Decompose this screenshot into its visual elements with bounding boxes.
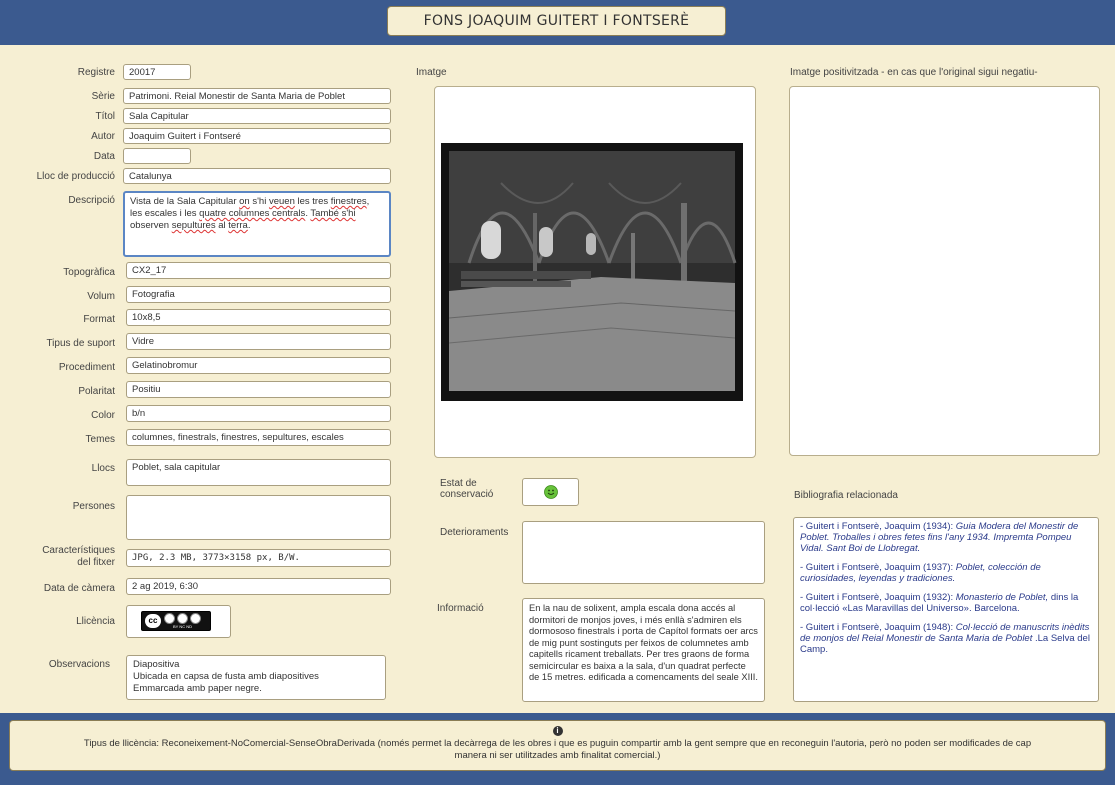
autor-label: Autor <box>91 131 115 142</box>
estat-field[interactable] <box>522 478 579 506</box>
license-notice: i Tipus de llicència: Reconeixement-NoCo… <box>9 720 1106 771</box>
fitxer-label: Característiques del fitxer <box>42 545 115 568</box>
llicencia-field[interactable]: cc BY NC ND <box>126 605 231 638</box>
topografica-label: Topogràfica <box>63 267 115 278</box>
polaritat-field[interactable]: Positiu <box>126 381 391 398</box>
bibliografia-entry: - Guitert i Fontserè, Joaquim (1934): Gu… <box>800 521 1079 554</box>
bibliografia-label: Bibliografia relacionada <box>794 490 898 501</box>
bibliografia-field[interactable]: - Guitert i Fontserè, Joaquim (1934): Gu… <box>793 517 1099 702</box>
color-field[interactable]: b/n <box>126 405 391 422</box>
bibliografia-entry: - Guitert i Fontserè, Joaquim (1937): Po… <box>800 562 1041 584</box>
persones-label: Persones <box>72 501 115 512</box>
descripcio-field[interactable]: Vista de la Sala Capitular on s'hi veuen… <box>123 191 391 257</box>
license-text-line2: manera ni ser utilitzades amb finalitat … <box>454 750 661 761</box>
lloc-label: Lloc de producció <box>36 171 115 182</box>
imatge-label: Imatge <box>416 67 447 78</box>
volum-label: Volum <box>87 291 115 302</box>
cc-license-badge[interactable]: cc BY NC ND <box>141 611 211 631</box>
informacio-label: Informació <box>437 603 484 614</box>
llocs-label: Llocs <box>91 463 115 474</box>
estat-label: Estat de conservació <box>440 478 494 500</box>
temes-field[interactable]: columnes, finestrals, finestres, sepultu… <box>126 429 391 446</box>
info-icon: i <box>552 726 563 736</box>
photo-image[interactable] <box>441 143 743 401</box>
color-label: Color <box>91 410 115 421</box>
suport-field[interactable]: Vidre <box>126 333 391 350</box>
image-positive-frame[interactable] <box>789 86 1100 456</box>
image-frame[interactable] <box>434 86 756 458</box>
volum-field[interactable]: Fotografia <box>126 286 391 303</box>
camera-label: Data de càmera <box>43 583 115 594</box>
autor-field[interactable]: Joaquim Guitert i Fontseré <box>123 128 391 144</box>
deterioraments-field[interactable] <box>522 521 765 584</box>
registre-field[interactable]: 20017 <box>123 64 191 80</box>
bibliografia-entry: - Guitert i Fontserè, Joaquim (1932): Mo… <box>800 592 1079 614</box>
registre-label: Registre <box>77 67 115 78</box>
informacio-field[interactable]: En la nau de solixent, ampla escala dona… <box>522 598 765 702</box>
lloc-field[interactable]: Catalunya <box>123 168 391 184</box>
by-nc-nd-icons: BY NC ND <box>164 613 201 629</box>
deterioraments-label: Deterioraments <box>440 527 509 538</box>
data-field[interactable] <box>123 148 191 164</box>
suport-label: Tipus de suport <box>46 338 115 349</box>
imatge-positivitzada-label: Imatge positivitzada - en cas que l'orig… <box>790 67 1038 78</box>
data-label: Data <box>93 151 115 162</box>
titol-field[interactable]: Sala Capitular <box>123 108 391 124</box>
llocs-field[interactable]: Poblet, sala capitular <box>126 459 391 486</box>
serie-label: Sèrie <box>91 91 115 102</box>
license-text-line1: Tipus de llicència: Reconeixement-NoCome… <box>83 738 1032 749</box>
observacions-field[interactable]: Diapositiva Ubicada en capsa de fusta am… <box>126 655 386 700</box>
polaritat-label: Polaritat <box>78 386 115 397</box>
persones-field[interactable] <box>126 495 391 540</box>
page-title: FONS JOAQUIM GUITERT I FONTSERÈ <box>387 6 726 36</box>
smiley-face-icon <box>543 485 558 499</box>
titol-label: Títol <box>95 111 115 122</box>
procediment-field[interactable]: Gelatinobromur <box>126 357 391 374</box>
procediment-label: Procediment <box>58 362 115 373</box>
bibliografia-entry: - Guitert i Fontserè, Joaquim (1948): Co… <box>800 622 1090 655</box>
observacions-label: Observacions <box>48 659 110 670</box>
temes-label: Temes <box>85 434 115 445</box>
format-label: Format <box>83 314 115 325</box>
fitxer-field[interactable]: JPG, 2.3 MB, 3773×3158 px, B/W. <box>126 549 391 567</box>
llicencia-label: Llicència <box>76 616 115 627</box>
camera-field[interactable]: 2 ag 2019, 6:30 <box>126 578 391 595</box>
topografica-field[interactable]: CX2_17 <box>126 262 391 279</box>
serie-field[interactable]: Patrimoni. Reial Monestir de Santa Maria… <box>123 88 391 104</box>
descripcio-label: Descripció <box>68 195 115 206</box>
cc-icon: cc <box>145 614 161 628</box>
format-field[interactable]: 10x8,5 <box>126 309 391 326</box>
